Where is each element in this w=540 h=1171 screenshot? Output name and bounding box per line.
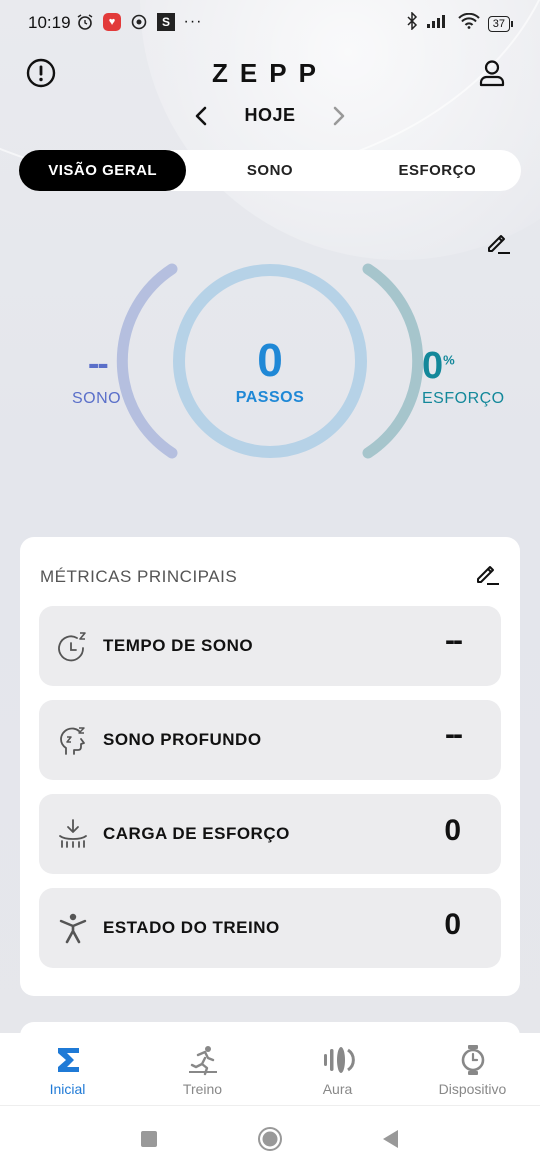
- battery-indicator: 37: [487, 15, 514, 32]
- metric-value: --: [445, 624, 463, 657]
- training-status-icon: [57, 912, 89, 944]
- nav-home[interactable]: Inicial: [0, 1033, 135, 1105]
- steps-label: PASSOS: [235, 389, 305, 406]
- nav-label: Aura: [322, 1081, 353, 1097]
- edit-summary-icon[interactable]: [484, 228, 512, 256]
- recent-apps-icon[interactable]: [136, 1126, 162, 1152]
- status-bar: 10:19 ♥ S ··· 37: [0, 0, 540, 44]
- runner-icon: [186, 1043, 220, 1077]
- nav-workout[interactable]: Treino: [135, 1033, 270, 1105]
- metric-value: 0: [444, 814, 461, 847]
- watch-icon: [456, 1043, 490, 1077]
- date-label: HOJE: [244, 105, 296, 125]
- chrome-icon: [129, 12, 149, 32]
- zepp-logo: ZEPP: [212, 58, 328, 88]
- metric-sleep-time[interactable]: TEMPO DE SONO --: [39, 606, 501, 686]
- nav-label: Treino: [182, 1081, 223, 1097]
- key-metrics-card: MÉTRICAS PRINCIPAIS TEMPO DE SONO -- SON…: [20, 537, 520, 996]
- card-title: MÉTRICAS PRINCIPAIS: [40, 567, 238, 586]
- effort-value: 0%: [422, 345, 455, 388]
- metric-effort-load[interactable]: CARGA DE ESFORÇO 0: [39, 794, 501, 874]
- nav-label: Inicial: [49, 1081, 86, 1097]
- sigma-home-icon: [51, 1043, 85, 1077]
- metric-label: TEMPO DE SONO: [103, 636, 254, 655]
- tab-overview[interactable]: VISÃO GERAL: [19, 150, 187, 191]
- alarm-icon: [75, 12, 95, 32]
- segment-tabs: VISÃO GERAL SONO ESFORÇO: [19, 150, 521, 191]
- effort-unit: %: [443, 352, 455, 368]
- metric-label: CARGA DE ESFORÇO: [103, 824, 290, 843]
- metric-value: --: [445, 718, 463, 751]
- back-button-icon[interactable]: [378, 1126, 404, 1152]
- metric-deep-sleep[interactable]: SONO PROFUNDO --: [39, 700, 501, 780]
- metric-value: 0: [444, 908, 461, 941]
- wifi-icon: [458, 12, 480, 34]
- system-navigation-bar: [0, 1105, 540, 1171]
- aura-waves-icon: [321, 1043, 355, 1077]
- sleep-label: SONO: [72, 390, 122, 407]
- effort-load-icon: [57, 818, 89, 850]
- date-navigator: HOJE: [0, 100, 540, 132]
- nav-device[interactable]: Dispositivo: [405, 1033, 540, 1105]
- steps-value: 0: [257, 334, 283, 386]
- nav-aura[interactable]: Aura: [270, 1033, 405, 1105]
- bluetooth-icon: [406, 11, 418, 35]
- sleep-value: --: [88, 345, 109, 383]
- sleep-clock-icon: [57, 630, 89, 662]
- status-time: 10:19: [28, 13, 71, 32]
- effort-label: ESFORÇO: [422, 390, 505, 407]
- nav-label: Dispositivo: [438, 1081, 507, 1097]
- tab-sleep[interactable]: SONO: [186, 150, 353, 191]
- chevron-right-icon[interactable]: [326, 104, 350, 128]
- more-notifications-icon: ···: [183, 13, 203, 30]
- effort-number: 0: [422, 345, 444, 387]
- s-app-icon: S: [157, 13, 175, 31]
- profile-icon[interactable]: [477, 58, 507, 88]
- bottom-navigation: Inicial Treino Aura Dispositivo: [0, 1033, 540, 1105]
- metric-label: ESTADO DO TREINO: [103, 918, 280, 937]
- activity-summary[interactable]: 0 PASSOS -- SONO 0% ESFORÇO: [0, 255, 540, 465]
- tab-effort[interactable]: ESFORÇO: [354, 150, 521, 191]
- metric-training-status[interactable]: ESTADO DO TREINO 0: [39, 888, 501, 968]
- deep-sleep-head-icon: [57, 724, 89, 756]
- metric-label: SONO PROFUNDO: [103, 730, 262, 749]
- app-notification-icon: ♥: [103, 13, 121, 31]
- home-button-icon[interactable]: [257, 1126, 283, 1152]
- signal-icon: [426, 13, 450, 34]
- edit-metrics-icon[interactable]: [473, 559, 501, 587]
